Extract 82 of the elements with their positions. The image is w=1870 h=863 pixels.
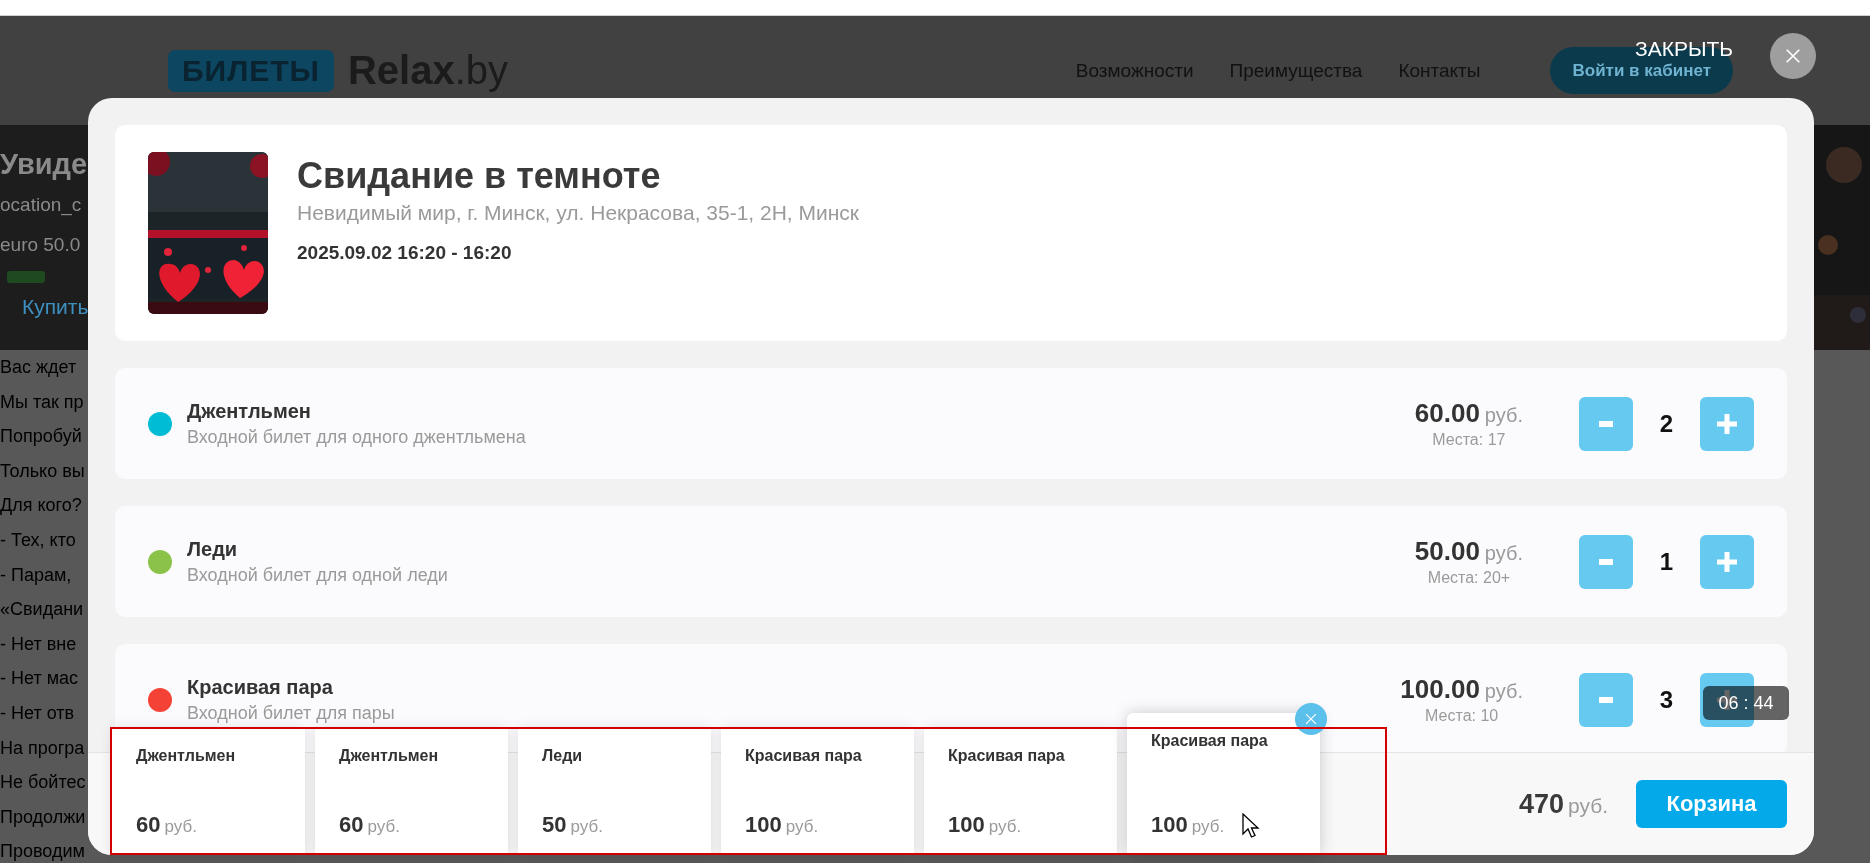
- close-icon: [1304, 712, 1318, 726]
- hero-badge: [7, 271, 45, 283]
- currency-label: руб.: [1484, 542, 1523, 565]
- currency-label: руб.: [1191, 817, 1225, 837]
- cart-item-card[interactable]: Красивая пара 100 руб.: [721, 728, 914, 855]
- quantity: 3: [1658, 685, 1675, 714]
- body-text-line: Мы так пр: [0, 390, 84, 414]
- ticket-description: Входной билет для одной леди: [187, 564, 448, 586]
- cart-item-card[interactable]: Джентльмен 60 руб.: [315, 728, 508, 855]
- body-text-line: «Свидани: [0, 598, 84, 622]
- body-text-line: Не бойтес: [0, 771, 86, 795]
- ticket-name: Леди: [187, 537, 238, 561]
- cart-item-name: Красивая пара: [948, 747, 1065, 765]
- cart-item-name: Красивая пара: [745, 747, 862, 765]
- hero-subtitle: ocation_c: [0, 193, 82, 218]
- hero-title: Увиде: [0, 147, 88, 182]
- total-amount: 470: [1518, 788, 1564, 820]
- hero-price: euro 50.0: [0, 233, 81, 257]
- minus-button[interactable]: [1579, 534, 1633, 589]
- cart-button[interactable]: Корзина: [1636, 780, 1787, 828]
- currency-label: руб.: [570, 817, 603, 837]
- plus-button[interactable]: [1700, 672, 1754, 727]
- cart-item-name: Джентльмен: [339, 747, 439, 765]
- plus-icon: [1717, 551, 1737, 572]
- ticket-description: Входной билет для одного джентльмена: [187, 426, 526, 448]
- buy-link[interactable]: Купить: [22, 289, 89, 325]
- cart-item-name: Красивая пара: [1151, 732, 1268, 750]
- body-text-line: - Тех, кто: [0, 528, 76, 552]
- ticket-name: Красивая пара: [187, 675, 333, 699]
- body-text-line: - Нет вне: [0, 632, 77, 656]
- currency-label: руб.: [785, 817, 819, 837]
- body-text-line: Проводим: [0, 840, 85, 863]
- ticket-price: 50.00: [1414, 536, 1480, 567]
- body-text-line: - Нет мас: [0, 667, 79, 691]
- cart-item-card[interactable]: Красивая пара 100 руб.: [1127, 713, 1320, 855]
- minus-icon: [1599, 420, 1613, 427]
- currency-label: руб.: [164, 817, 197, 837]
- body-text-line: - Парам,: [0, 563, 72, 587]
- cart-item-price: 50: [542, 812, 567, 838]
- cart-item-price: 100: [948, 812, 985, 838]
- ticket-name: Джентльмен: [187, 399, 311, 423]
- quantity: 1: [1658, 547, 1675, 576]
- cart-item-price: 100: [745, 812, 782, 838]
- cart-item-price: 100: [1151, 812, 1188, 838]
- body-text-line: На програ: [0, 736, 85, 760]
- cart-item-price: 60: [339, 812, 364, 838]
- body-text-line: Продолжи: [0, 805, 86, 829]
- currency-label: руб.: [988, 817, 1022, 837]
- cursor-icon: [1242, 813, 1260, 839]
- cart-item-price: 60: [136, 812, 161, 838]
- ticket-price: 100.00: [1400, 674, 1480, 705]
- minus-icon: [1599, 558, 1613, 565]
- body-text-line: - Нет отв: [0, 701, 75, 725]
- event-datetime: 2025.09.02 16:20 - 16:20: [297, 242, 512, 264]
- ticket-description: Входной билет для пары: [187, 702, 395, 724]
- cart-item-name: Джентльмен: [136, 747, 236, 765]
- event-title: Свидание в темноте: [297, 154, 661, 198]
- cart-item-card[interactable]: Красивая пара 100 руб.: [924, 728, 1117, 855]
- minus-icon: [1599, 696, 1613, 703]
- cart-item-card[interactable]: Леди 50 руб.: [518, 728, 711, 855]
- countdown-timer: 06 : 44: [1703, 686, 1789, 720]
- body-text-line: Попробуй: [0, 425, 82, 449]
- minus-button[interactable]: [1579, 396, 1633, 451]
- body-text-line: Для кого?: [0, 494, 82, 518]
- currency-label: руб.: [1484, 404, 1523, 427]
- minus-button[interactable]: [1579, 672, 1633, 727]
- seats-left: Места: 20+: [1427, 569, 1511, 587]
- quantity: 2: [1658, 409, 1675, 438]
- close-icon: [1784, 47, 1802, 65]
- currency-label: руб.: [1484, 680, 1523, 703]
- event-venue: Невидимый мир, г. Минск, ул. Некрасова, 35-1, 2Н, Минск: [297, 200, 860, 226]
- currency-label: руб.: [367, 817, 400, 837]
- body-text-line: Вас ждет: [0, 356, 77, 379]
- plus-icon: [1717, 413, 1737, 434]
- currency-label: руб.: [1567, 793, 1608, 818]
- body-text-line: Только вы: [0, 459, 85, 483]
- cart-item-card[interactable]: Джентльмен 60 руб.: [112, 728, 305, 855]
- seats-left: Места: 17: [1432, 431, 1506, 449]
- cart-item-name: Леди: [542, 747, 583, 765]
- ticket-price: 60.00: [1414, 398, 1480, 429]
- plus-icon: [1717, 689, 1737, 710]
- seats-left: Места: 10: [1425, 707, 1499, 725]
